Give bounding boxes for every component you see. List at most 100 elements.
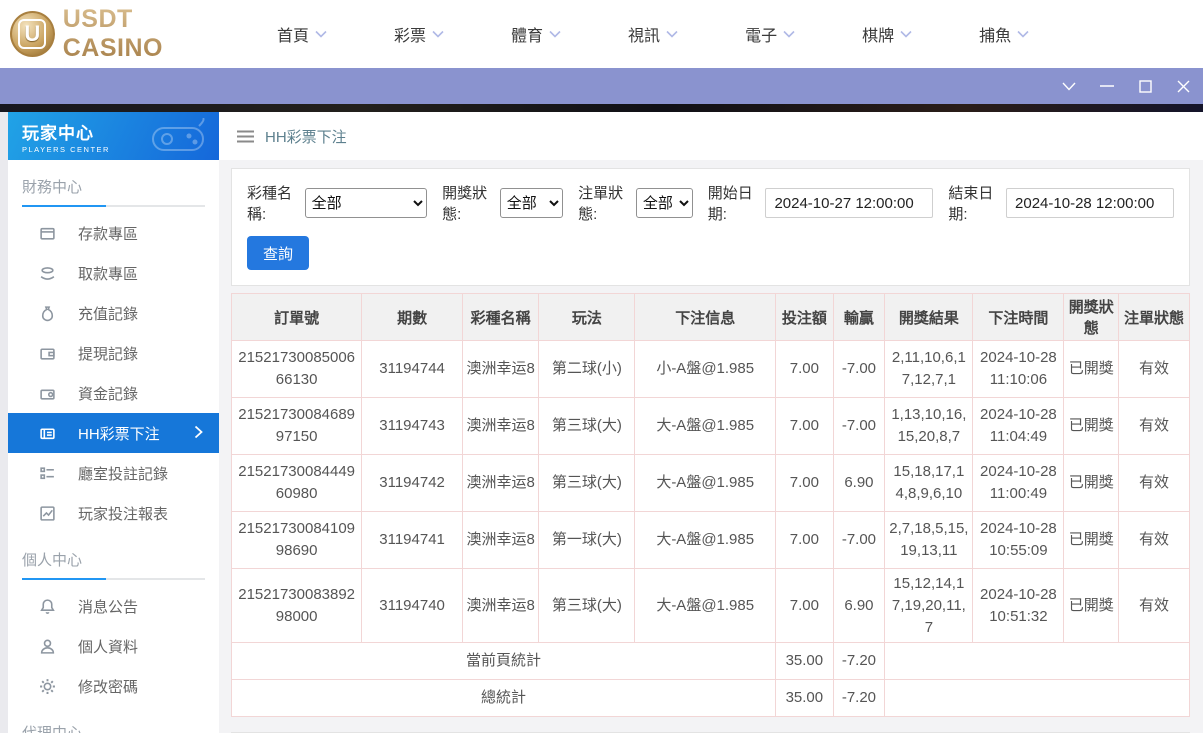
table-cell: 2152173008468997150 [232,398,362,455]
section-label-2: 代理中心 [8,706,219,733]
minimize-icon [1100,84,1114,88]
sidebar-item-label: 資金記錄 [78,383,138,404]
bets-table-wrap: 訂單號期數彩種名稱玩法下注信息投注額輸贏開獎結果下注時間開獎狀態注單狀態2152… [231,293,1190,717]
draw-status-select[interactable]: 全部 [500,188,563,218]
summary-label: 總統計 [232,680,776,717]
table-cell: 大-A盤@1.985 [635,455,776,512]
section-underline [22,578,205,580]
lottery-name-select[interactable]: 全部 [305,188,428,218]
table-cell: 2,7,18,5,15,19,13,11 [885,512,973,569]
nav-item-0[interactable]: 首頁 [277,22,327,46]
lottery-name-label: 彩種名稱: [247,182,300,224]
sidebar-item-list[interactable]: 廳室投註記錄 [8,453,219,493]
nav-item-2[interactable]: 體育 [511,22,561,46]
start-date-input[interactable] [765,188,933,218]
column-header: 注單狀態 [1119,294,1190,341]
sidebar-header: 玩家中心 PLAYERS CENTER [8,112,219,160]
sidebar-item-card[interactable]: 存款專區 [8,213,219,253]
sidebar-item-hand-money[interactable]: 取款專區 [8,253,219,293]
main-nav: 首頁 彩票 體育 視訊 電子 棋牌 捕魚 [277,22,1029,46]
table-cell: 2152173008389298000 [232,569,362,643]
table-cell: 已開獎 [1064,512,1119,569]
column-header: 開獎結果 [885,294,973,341]
chevron-down-icon [549,30,561,38]
nav-item-5[interactable]: 棋牌 [862,22,912,46]
table-cell: 2152173008410998690 [232,512,362,569]
table-cell: 有效 [1119,341,1190,398]
table-cell: 2024-10-28 11:00:49 [973,455,1064,512]
sidebar-item-wallet[interactable]: 提現記錄 [8,333,219,373]
section-underline [22,205,205,207]
gear-icon [38,678,56,695]
summary-row: 當前頁統計35.00-7.20 [232,643,1190,680]
nav-item-6[interactable]: 捕魚 [979,22,1029,46]
logo-text: USDT CASINO [63,5,235,63]
window-minimize-button[interactable] [1093,73,1121,99]
table-cell: 有效 [1119,512,1190,569]
draw-status-label: 開獎狀態: [442,182,495,224]
card-icon [38,225,56,242]
hamburger-menu-icon[interactable] [237,130,254,143]
sidebar-item-label: 取款專區 [78,263,138,284]
bets-table: 訂單號期數彩種名稱玩法下注信息投注額輸贏開獎結果下注時間開獎狀態注單狀態2152… [231,293,1190,717]
sidebar-item-money-bag[interactable]: 充值記錄 [8,293,219,333]
gamepad-icon [147,118,209,158]
end-date-label: 結束日期: [948,182,1001,224]
table-cell: 2024-10-28 10:55:09 [973,512,1064,569]
table-row: 215217300844496098031194742澳洲幸运8第三球(大)大-… [232,455,1190,512]
sidebar-item-label: 提現記錄 [78,343,138,364]
table-cell: 已開獎 [1064,569,1119,643]
sidebar-item-bell[interactable]: 消息公告 [8,586,219,626]
order-status-select[interactable]: 全部 [636,188,693,218]
nav-item-1[interactable]: 彩票 [394,22,444,46]
table-cell: 第二球(小) [539,341,635,398]
chevron-down-icon [1017,30,1029,38]
table-cell: 大-A盤@1.985 [635,398,776,455]
nav-item-4[interactable]: 電子 [745,22,795,46]
table-cell: -7.00 [833,341,885,398]
bell-icon [38,598,56,615]
logo-coin-icon: U [10,11,55,57]
table-cell: 7.00 [776,398,833,455]
window-title-bar [0,68,1203,104]
section-label-1: 個人中心 [8,533,219,578]
search-button[interactable]: 查詢 [247,236,309,270]
list-icon [38,465,56,482]
end-date-input[interactable] [1006,188,1174,218]
maximize-icon [1139,80,1152,93]
window-maximize-button[interactable] [1131,73,1159,99]
logo-letter: U [18,19,46,49]
wallet-icon [38,345,56,362]
sidebar-item-ticket[interactable]: HH彩票下注 [8,413,219,453]
summary-bet-total: 35.00 [776,643,833,680]
table-cell: 澳洲幸运8 [462,512,539,569]
table-cell: 1,13,10,16,15,20,8,7 [885,398,973,455]
nav-item-3[interactable]: 視訊 [628,22,678,46]
table-cell: 2024-10-28 11:10:06 [973,341,1064,398]
sidebar-item-gear[interactable]: 修改密碼 [8,666,219,706]
background-divider-strip [0,104,1203,112]
sidebar-item-coin-purse[interactable]: 資金記錄 [8,373,219,413]
nav-item-label: 捕魚 [979,22,1011,46]
sidebar-item-person[interactable]: 個人資料 [8,626,219,666]
summary-empty [885,643,1190,680]
table-cell: 15,12,14,17,19,20,11,7 [885,569,973,643]
sidebar: 玩家中心 PLAYERS CENTER 財務中心存款專區取款專區充值記錄提現記錄… [8,112,219,733]
summary-empty [885,680,1190,717]
column-header: 期數 [362,294,463,341]
table-cell: 31194744 [362,341,463,398]
sidebar-item-label: 充值記錄 [78,303,138,324]
nav-item-label: 彩票 [394,22,426,46]
table-cell: 7.00 [776,455,833,512]
main-area: HH彩票下注 彩種名稱: 全部 開獎狀態: 全部 注單狀態: 全部 開始日期: [219,112,1203,733]
window-dropdown-button[interactable] [1055,73,1083,99]
table-cell: 澳洲幸运8 [462,341,539,398]
sidebar-item-report[interactable]: 玩家投注報表 [8,493,219,533]
logo[interactable]: U USDT CASINO [10,5,235,63]
column-header: 訂單號 [232,294,362,341]
table-cell: 大-A盤@1.985 [635,569,776,643]
column-header: 玩法 [539,294,635,341]
nav-item-label: 棋牌 [862,22,894,46]
table-cell: 7.00 [776,512,833,569]
window-close-button[interactable] [1169,73,1197,99]
